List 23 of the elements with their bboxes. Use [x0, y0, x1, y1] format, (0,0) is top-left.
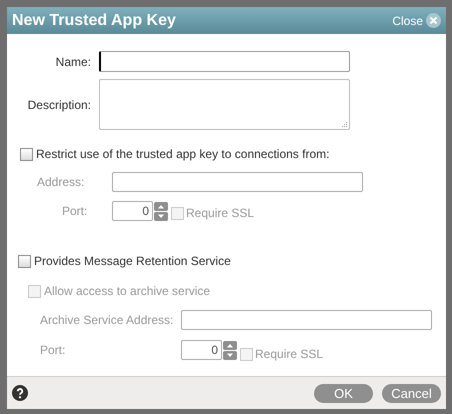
dialog-button[interactable]: Cancel	[382, 384, 441, 402]
field-label: Address:	[37, 174, 86, 191]
field-label: Description:	[26, 96, 91, 114]
dialog-title: New Trusted App Key	[12, 10, 176, 30]
checkbox-label: Require SSL	[186, 205, 254, 222]
dialog-button[interactable]: OK	[314, 384, 373, 402]
checkbox-label: Require SSL	[255, 346, 324, 363]
field-label: Port:	[40, 342, 66, 359]
help-icon[interactable]	[12, 385, 28, 401]
field-label: Archive Service Address:	[40, 312, 174, 329]
name-field[interactable]	[99, 51, 350, 72]
field-label: Name:	[54, 54, 91, 70]
description-field[interactable]	[99, 79, 350, 130]
field-label: Port:	[62, 203, 88, 220]
checkbox-label: Restrict use of the trusted app key to connections from:	[36, 146, 330, 163]
checkbox-label: Allow access to archive service	[44, 283, 210, 300]
spin-buttons[interactable]	[154, 202, 168, 220]
checkbox[interactable]	[18, 254, 31, 268]
close-button[interactable]: Close	[392, 12, 441, 30]
checkbox[interactable]	[20, 148, 33, 160]
close-icon	[426, 13, 441, 28]
checkbox-label: Provides Message Retention Service	[34, 253, 231, 270]
spin-buttons[interactable]	[223, 340, 237, 360]
